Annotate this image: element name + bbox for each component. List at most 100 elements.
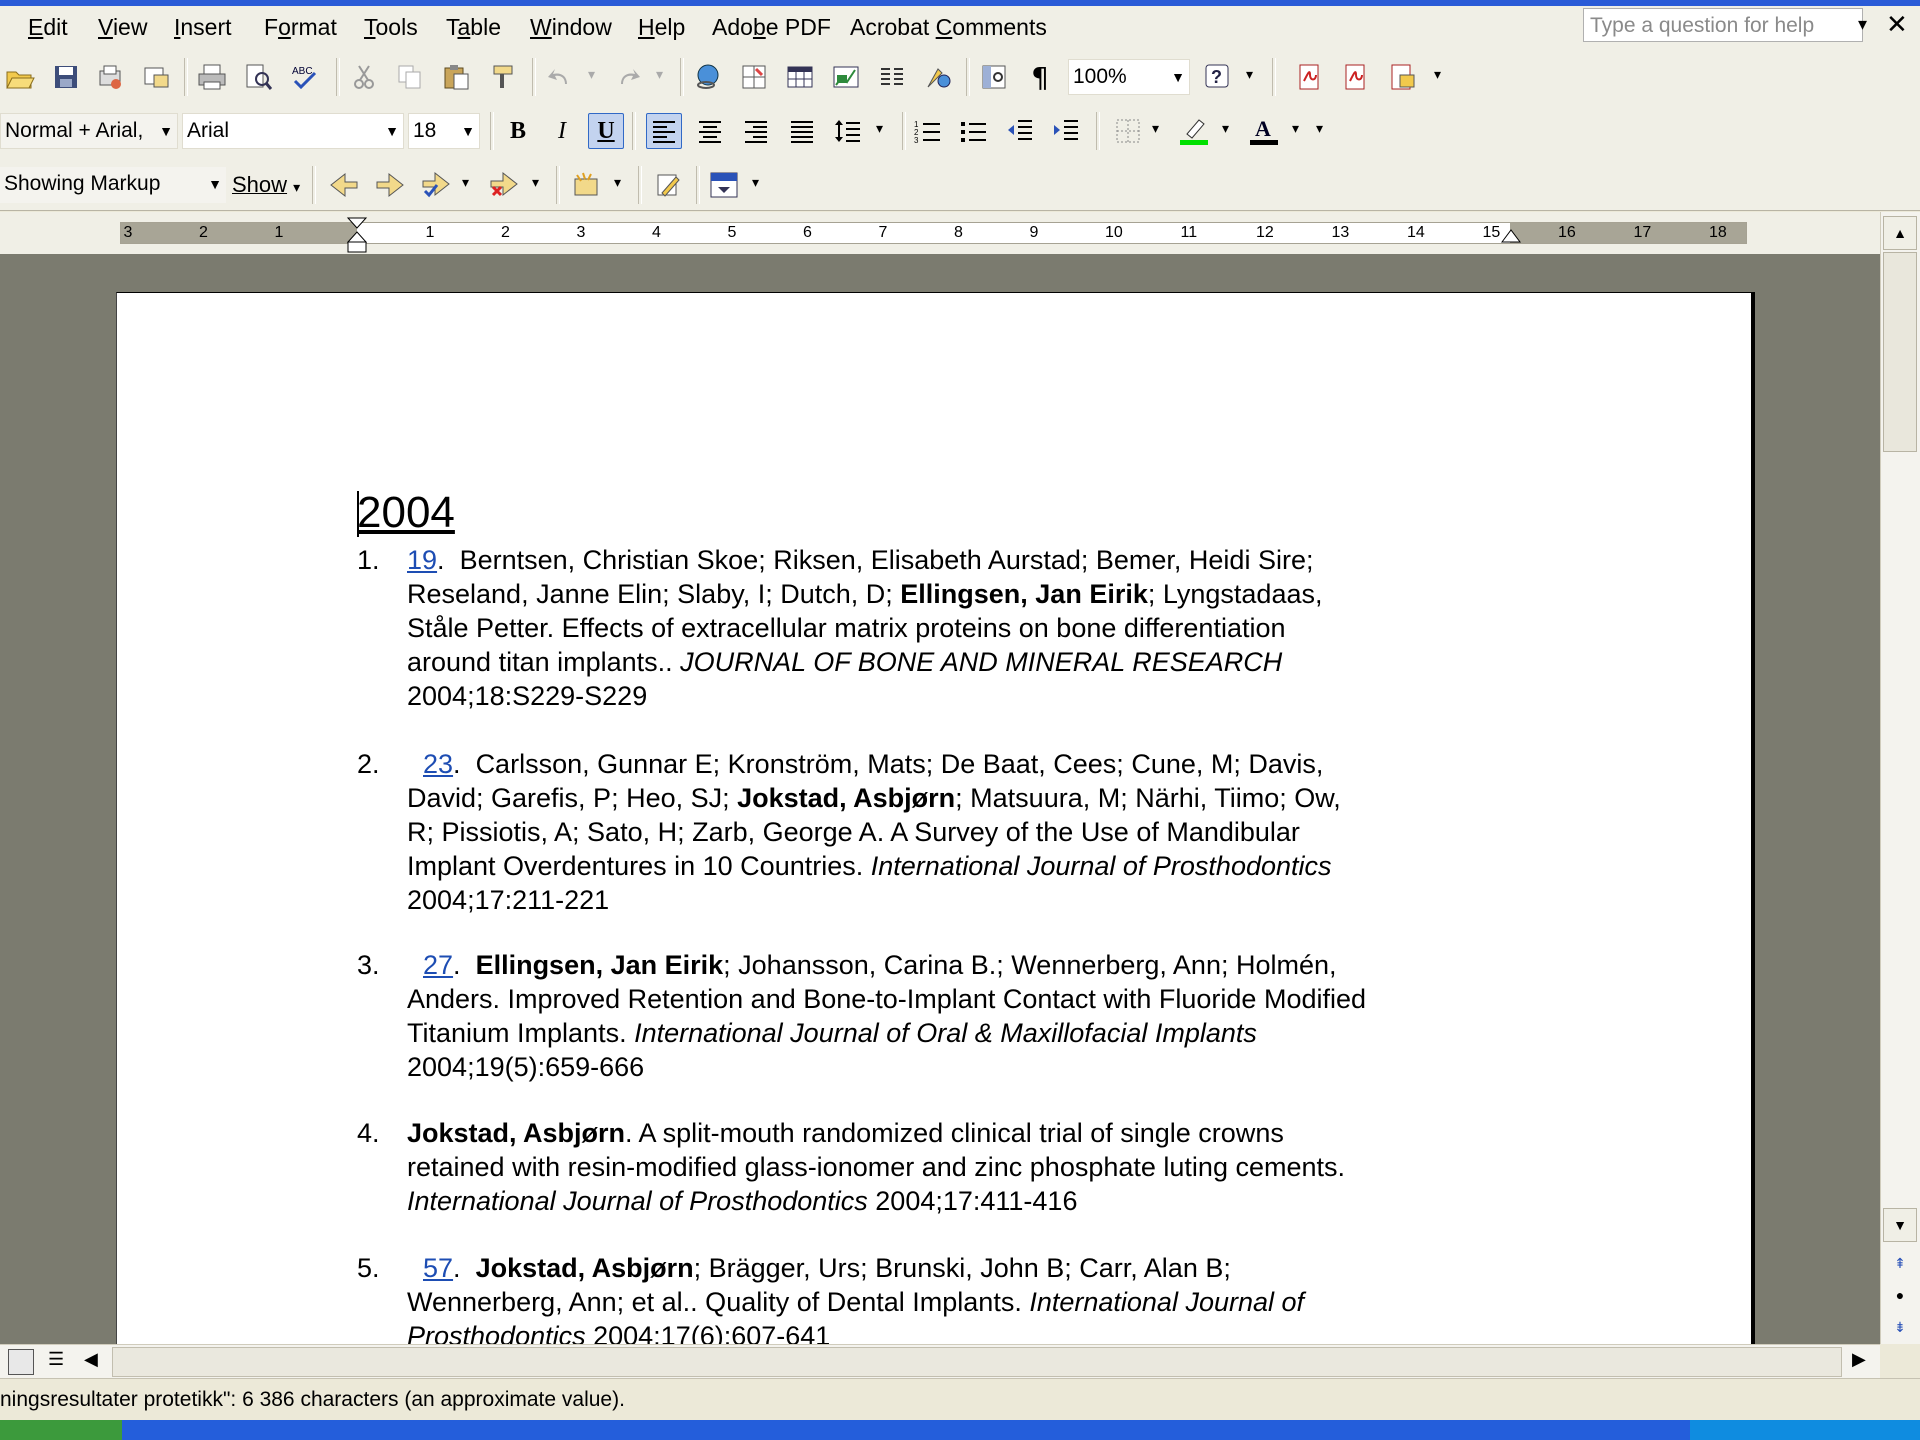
insert-hyperlink-icon[interactable] (690, 59, 726, 95)
decrease-indent-icon[interactable] (1002, 113, 1038, 149)
font-color-icon[interactable]: A (1246, 113, 1282, 149)
close-document-icon[interactable]: ✕ (1886, 9, 1908, 40)
spelling-grammar-icon[interactable]: ABC (286, 59, 322, 95)
insert-comment-icon[interactable] (568, 167, 604, 203)
redo-icon[interactable] (610, 59, 646, 95)
document-map-icon[interactable] (976, 59, 1012, 95)
review-pdf-icon[interactable] (1384, 59, 1420, 95)
line-spacing-dropdown-arrow-icon[interactable]: ▾ (876, 120, 883, 137)
underline-button[interactable]: U (588, 113, 624, 149)
align-right-icon[interactable] (738, 113, 774, 149)
style-select[interactable]: Normal + Arial, ▼ (0, 113, 178, 149)
bold-button[interactable]: B (500, 113, 536, 149)
menu-edit[interactable]: Edit (28, 14, 68, 41)
help-question-input[interactable]: Type a question for help (1583, 8, 1863, 42)
vertical-scrollbar[interactable]: ▲ ▼ ⇞ ● ⇟ (1880, 212, 1920, 1344)
toolbar-options-arrow-icon[interactable]: ▾ (1246, 66, 1253, 83)
drawing-icon[interactable] (920, 59, 956, 95)
tables-borders-icon[interactable] (736, 59, 772, 95)
print-preview-icon[interactable] (240, 59, 276, 95)
font-color-dropdown-arrow-icon[interactable]: ▾ (1292, 120, 1299, 137)
menu-window[interactable]: Window (530, 14, 612, 41)
vertical-scroll-thumb[interactable] (1883, 252, 1917, 452)
reject-change-icon[interactable] (486, 167, 522, 203)
scroll-up-icon[interactable]: ▲ (1883, 216, 1917, 250)
reference-id-link[interactable]: 19 (407, 545, 437, 575)
right-indent-marker-icon[interactable] (1500, 226, 1522, 244)
convert-and-email-pdf-icon[interactable] (1338, 59, 1374, 95)
start-button[interactable] (0, 1420, 122, 1440)
undo-icon[interactable] (542, 59, 578, 95)
numbering-icon[interactable]: 123 (910, 113, 946, 149)
highlight-dropdown-arrow-icon[interactable]: ▾ (1222, 120, 1229, 137)
accept-change-icon[interactable] (418, 167, 454, 203)
email-icon[interactable] (138, 59, 174, 95)
font-select[interactable]: Arial ▼ (182, 113, 404, 149)
insert-excel-worksheet-icon[interactable] (828, 59, 864, 95)
cut-icon[interactable] (346, 59, 382, 95)
border-dropdown-arrow-icon[interactable]: ▾ (1152, 120, 1159, 137)
scroll-right-icon[interactable]: ▶ (1852, 1349, 1866, 1370)
menu-table[interactable]: Table (446, 14, 501, 41)
reviewing-toolbar-options-arrow-icon[interactable]: ▾ (752, 174, 759, 191)
reference-id-link[interactable]: 23 (423, 749, 453, 779)
menu-help[interactable]: Help (638, 14, 685, 41)
format-painter-icon[interactable] (484, 59, 520, 95)
reference-id-link[interactable]: 27 (423, 950, 453, 980)
italic-button[interactable]: I (544, 113, 580, 149)
help-dropdown-arrow-icon[interactable]: ▾ (1858, 14, 1867, 35)
menu-tools[interactable]: Tools (364, 14, 418, 41)
pdf-toolbar-options-arrow-icon[interactable]: ▾ (1434, 66, 1441, 83)
insert-table-icon[interactable] (782, 59, 818, 95)
bullets-icon[interactable] (956, 113, 992, 149)
menu-format[interactable]: Format (264, 14, 337, 41)
increase-indent-icon[interactable] (1048, 113, 1084, 149)
menu-acrobat-comments[interactable]: Acrobat Comments (850, 14, 1047, 41)
convert-to-pdf-icon[interactable] (1292, 59, 1328, 95)
previous-change-icon[interactable] (326, 167, 362, 203)
show-hide-paragraph-icon[interactable]: ¶ (1022, 59, 1058, 95)
border-icon[interactable] (1110, 113, 1146, 149)
font-size-select[interactable]: 18 ▼ (408, 113, 480, 149)
indent-marker-icon[interactable] (346, 216, 368, 254)
next-change-icon[interactable] (372, 167, 408, 203)
show-menu-button[interactable]: Show ▾ (232, 172, 300, 198)
menu-view[interactable]: View (98, 14, 147, 41)
undo-dropdown-arrow-icon[interactable]: ▾ (588, 66, 595, 83)
reference-id-link[interactable]: 57 (423, 1253, 453, 1283)
scroll-down-icon[interactable]: ▼ (1883, 1208, 1917, 1242)
track-changes-icon[interactable] (650, 167, 686, 203)
horizontal-scrollbar[interactable]: ☰ ◀ ▶ (0, 1344, 1880, 1379)
formatting-toolbar-options-arrow-icon[interactable]: ▾ (1316, 120, 1323, 137)
print-icon[interactable] (194, 59, 230, 95)
accept-change-dropdown-arrow-icon[interactable]: ▾ (462, 174, 469, 191)
outline-view-icon[interactable]: ☰ (48, 1349, 64, 1370)
previous-page-icon[interactable]: ⇞ (1883, 1246, 1917, 1280)
scroll-left-icon[interactable]: ◀ (84, 1349, 98, 1370)
menu-insert[interactable]: Insert (174, 14, 232, 41)
highlight-icon[interactable] (1176, 113, 1212, 149)
horizontal-scroll-thumb[interactable] (112, 1347, 1842, 1377)
next-page-icon[interactable]: ⇟ (1883, 1310, 1917, 1344)
help-icon[interactable]: ? (1200, 59, 1236, 95)
align-left-icon[interactable] (646, 113, 682, 149)
reject-change-dropdown-arrow-icon[interactable]: ▾ (532, 174, 539, 191)
insert-comment-dropdown-arrow-icon[interactable]: ▾ (614, 174, 621, 191)
open-folder-icon[interactable] (2, 59, 38, 95)
redo-dropdown-arrow-icon[interactable]: ▾ (656, 66, 663, 83)
line-spacing-icon[interactable] (830, 113, 866, 149)
zoom-select[interactable]: 100% ▼ (1068, 59, 1190, 95)
select-browse-object-icon[interactable]: ● (1883, 1278, 1917, 1312)
permission-icon[interactable] (92, 59, 128, 95)
save-icon[interactable] (48, 59, 84, 95)
columns-icon[interactable] (874, 59, 910, 95)
document-page[interactable]: 2004 1. 19. Berntsen, Christian Skoe; Rik… (116, 292, 1755, 1344)
copy-icon[interactable] (392, 59, 428, 95)
normal-view-icon[interactable] (8, 1349, 34, 1375)
menu-adobe-pdf[interactable]: Adobe PDF (712, 14, 831, 41)
display-for-review-select[interactable]: Showing Markup ▼ (0, 167, 226, 203)
reviewing-pane-icon[interactable] (706, 167, 742, 203)
justify-icon[interactable] (784, 113, 820, 149)
paste-icon[interactable] (438, 59, 474, 95)
align-center-icon[interactable] (692, 113, 728, 149)
